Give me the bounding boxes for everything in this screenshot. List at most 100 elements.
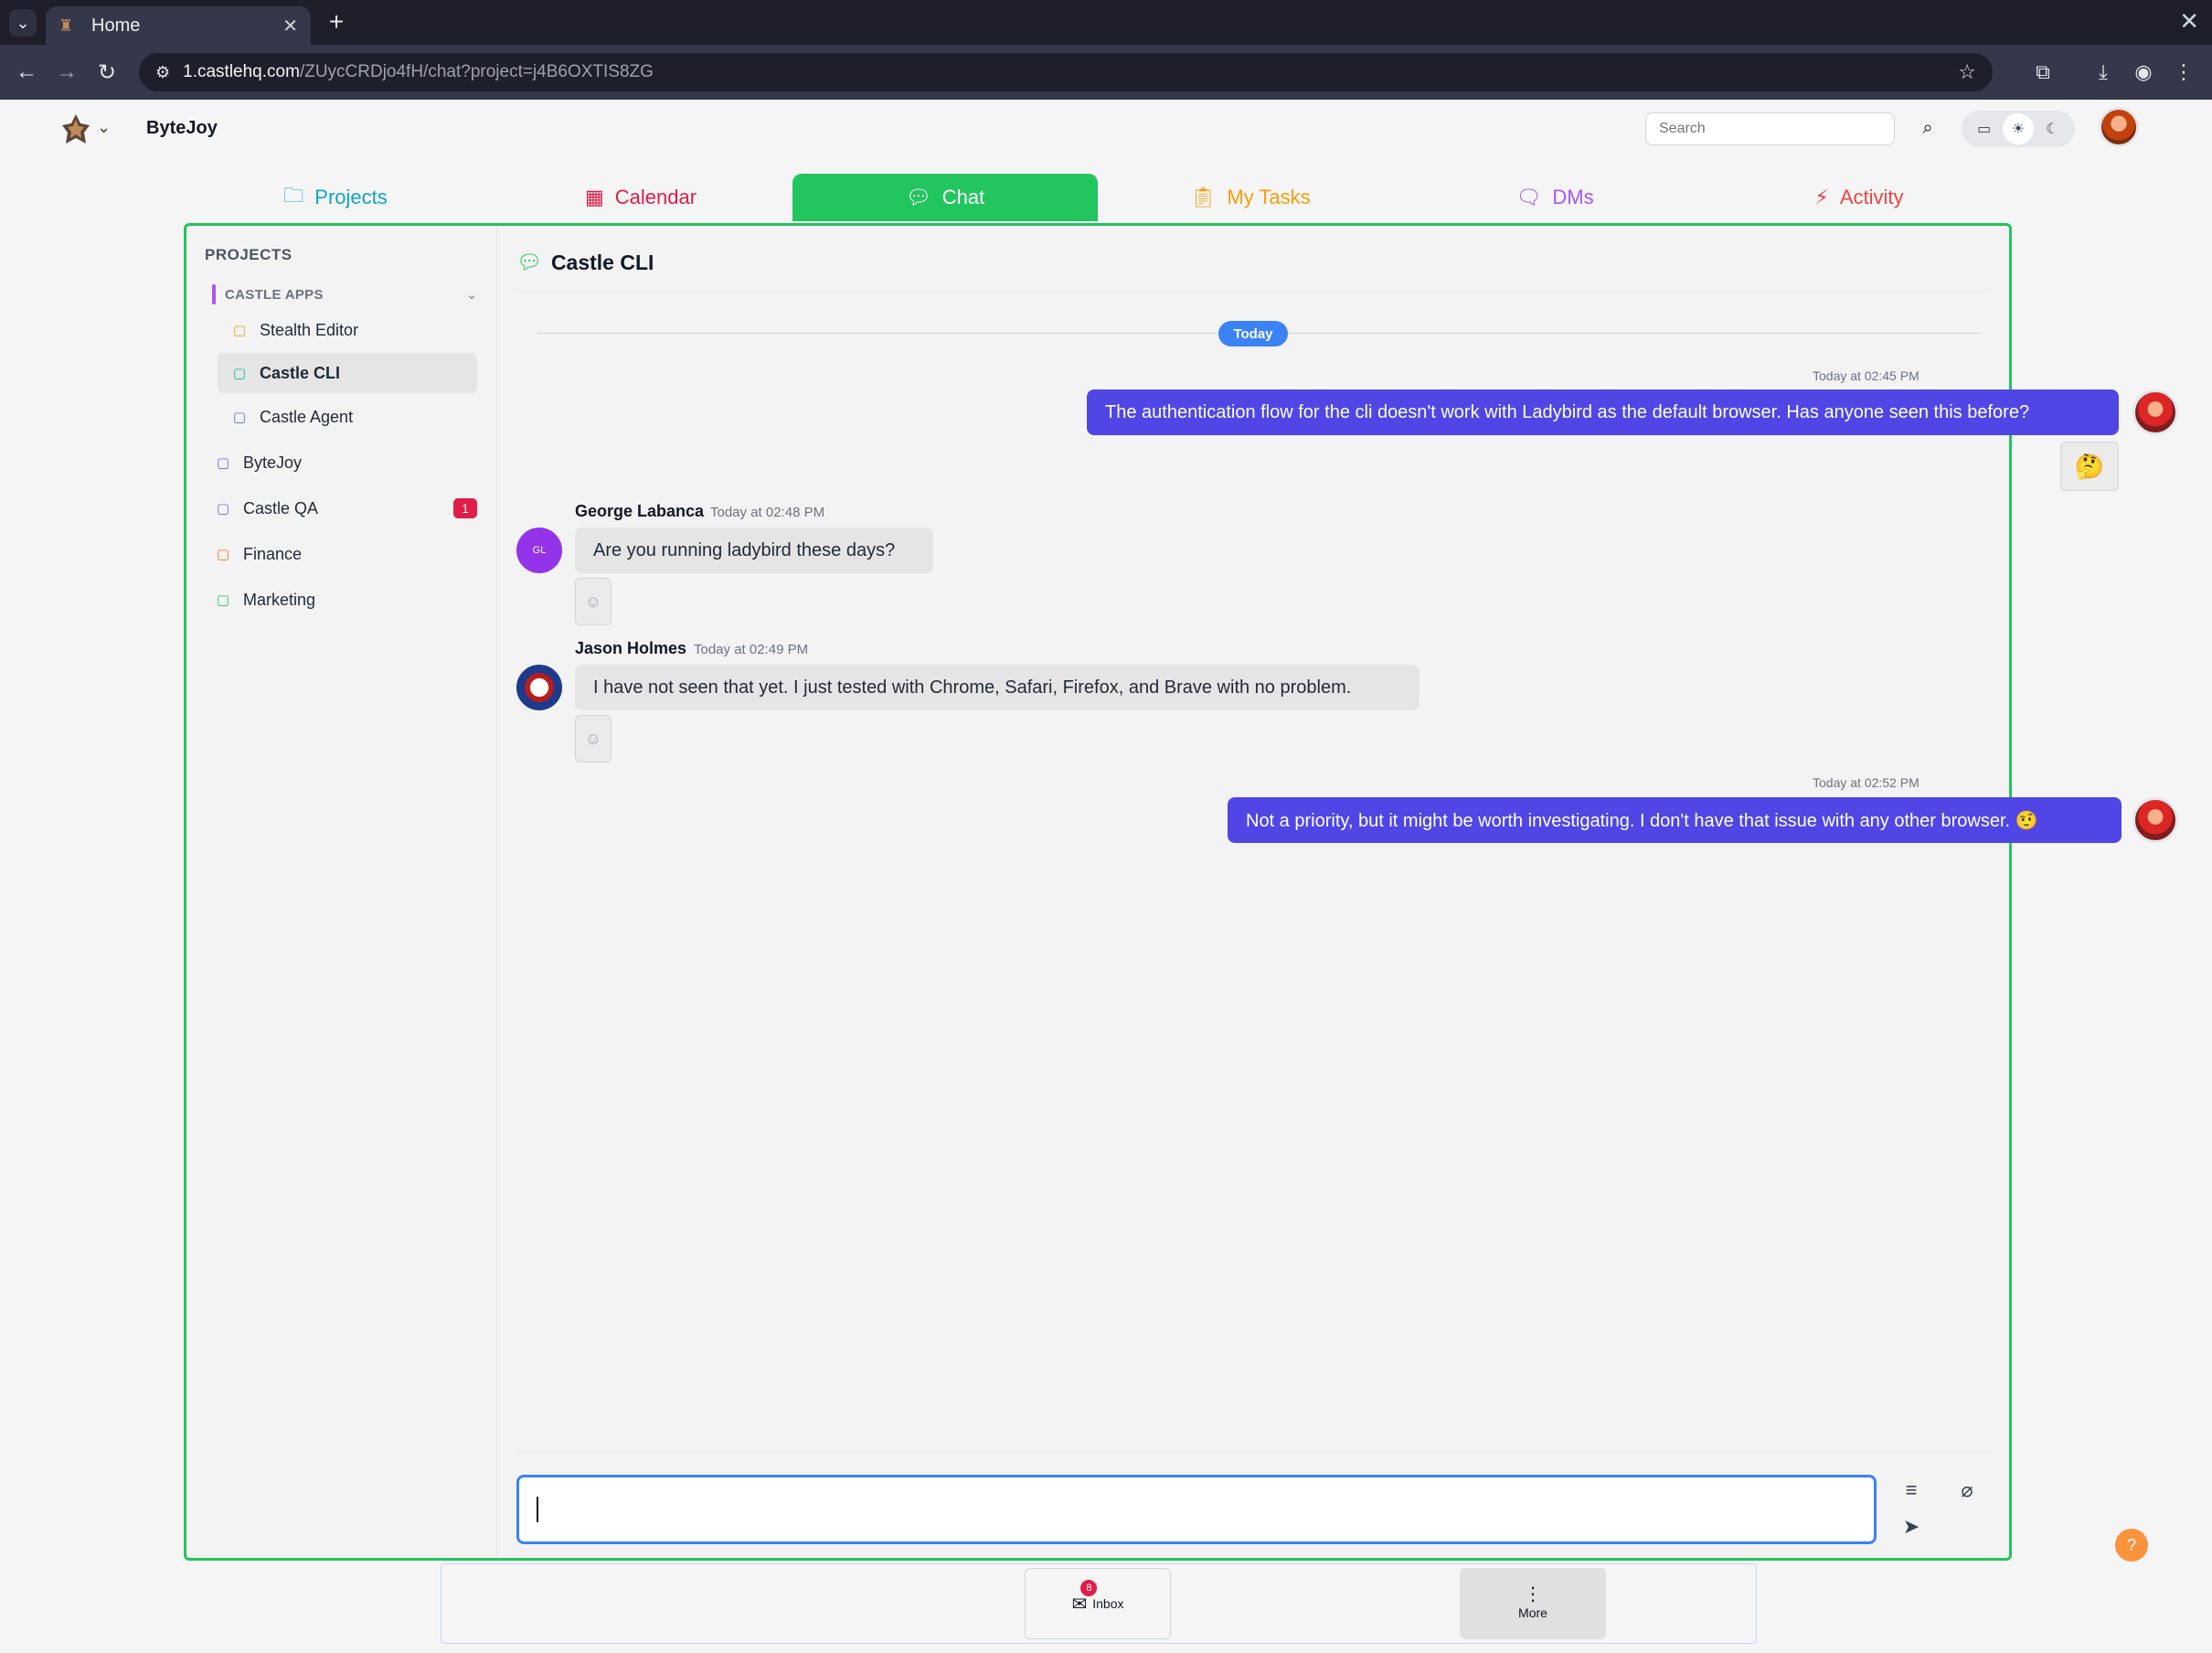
user-avatar[interactable] bbox=[2099, 107, 2139, 147]
workspace-switcher-chevron-icon[interactable]: ⌄ bbox=[97, 118, 111, 137]
sidebar-item-castle-qa[interactable]: ▢ Castle QA 1 bbox=[205, 488, 484, 528]
chat-icon: ▢ bbox=[232, 366, 247, 381]
sidebar-heading: PROJECTS bbox=[205, 246, 292, 263]
sun-icon[interactable]: ☀ bbox=[2002, 113, 2034, 144]
add-reaction-smiley-icon[interactable]: ☺ bbox=[575, 578, 611, 625]
chat-header: 💬︎ Castle CLI bbox=[516, 244, 654, 281]
tab-search-chevron-icon[interactable]: ⌄ bbox=[9, 9, 37, 37]
bookmark-star-icon[interactable]: ☆ bbox=[1958, 60, 1976, 84]
sender-name[interactable]: Jason Holmes bbox=[575, 639, 686, 658]
add-reaction-smiley-icon[interactable]: ☺ bbox=[575, 715, 611, 763]
chevron-down-icon[interactable]: ⌄ bbox=[466, 287, 477, 303]
composer-divider bbox=[516, 1452, 1991, 1453]
tab-title: Home bbox=[91, 15, 141, 36]
tab-calendar-label: Calendar bbox=[614, 186, 697, 208]
inbox-button[interactable]: ✉ 8 Inbox bbox=[1025, 1568, 1171, 1639]
tab-my-tasks-label: My Tasks bbox=[1227, 186, 1311, 208]
download-icon[interactable]: ⤓ bbox=[2088, 57, 2119, 88]
projects-sidebar: PROJECTS CASTLE APPS ⌄ ▢ Stealth Editor … bbox=[186, 226, 497, 1558]
sidebar-item-label: ByteJoy bbox=[243, 453, 303, 472]
reaction-thinking-face[interactable]: 🤔 bbox=[2060, 442, 2119, 491]
castle-favicon-icon: ♜ bbox=[58, 16, 74, 35]
tab-calendar[interactable]: ▦ Calendar bbox=[488, 174, 793, 221]
my-message-bubble[interactable]: Not a priority, but it might be worth in… bbox=[1228, 797, 2122, 843]
tab-close-icon[interactable]: ✕ bbox=[282, 15, 298, 37]
tab-projects-label: Projects bbox=[314, 186, 388, 208]
profile-icon[interactable]: ◉ bbox=[2128, 57, 2159, 88]
message-bubble[interactable]: Are you running ladybird these days? bbox=[575, 528, 933, 573]
tab-activity[interactable]: ⚡︎ Activity bbox=[1707, 174, 2012, 221]
tab-activity-label: Activity bbox=[1839, 186, 1904, 208]
chat-workspace: PROJECTS CASTLE APPS ⌄ ▢ Stealth Editor … bbox=[184, 223, 2178, 1561]
search-icon[interactable]: ⌕ bbox=[1914, 114, 1941, 142]
sidebar-item-castle-cli[interactable]: ▢ Castle CLI bbox=[218, 353, 477, 393]
help-question-icon[interactable]: ? bbox=[2115, 1529, 2148, 1562]
project-group-castle-apps[interactable]: CASTLE APPS ⌄ bbox=[212, 284, 477, 304]
sidebar-item-label: Finance bbox=[243, 544, 303, 563]
sidebar-item-stealth-editor[interactable]: ▢ Stealth Editor bbox=[218, 310, 477, 350]
site-settings-icon[interactable]: ⚙ bbox=[155, 63, 170, 82]
send-icon[interactable]: ➤ bbox=[1896, 1511, 1927, 1542]
chat-icon: ▢ bbox=[216, 501, 230, 517]
tab-my-tasks[interactable]: 📋︎ My Tasks bbox=[1098, 174, 1403, 221]
workspace-name: ByteJoy bbox=[146, 118, 218, 138]
sidebar-item-label: Castle CLI bbox=[260, 363, 341, 382]
avatar[interactable] bbox=[2132, 389, 2178, 435]
group-color-bar bbox=[212, 284, 216, 304]
forward-icon[interactable]: → bbox=[51, 57, 82, 88]
search-input[interactable] bbox=[1645, 112, 1895, 145]
my-message-bubble[interactable]: The authentication flow for the cli does… bbox=[1087, 389, 2119, 435]
sidebar-item-label: Marketing bbox=[243, 590, 316, 609]
bottom-dock: ✉ 8 Inbox ⋮ More bbox=[441, 1563, 1757, 1644]
reload-icon[interactable]: ↻ bbox=[91, 57, 122, 88]
folder-icon: 🗀 bbox=[283, 184, 304, 207]
message-input[interactable] bbox=[516, 1475, 1877, 1544]
sidebar-item-bytejoy[interactable]: ▢ ByteJoy bbox=[205, 443, 484, 483]
back-icon[interactable]: ← bbox=[11, 57, 42, 88]
avatar[interactable]: GL bbox=[516, 528, 562, 573]
monitor-icon[interactable]: ▭ bbox=[1969, 113, 2000, 144]
paperclip-icon[interactable]: ⌀ bbox=[1951, 1475, 1983, 1506]
message-bubble[interactable]: I have not seen that yet. I just tested … bbox=[575, 665, 1420, 710]
calendar-icon: ▦ bbox=[584, 186, 604, 208]
sender-name[interactable]: George Labanca bbox=[575, 502, 704, 521]
window-close-icon[interactable]: ✕ bbox=[2179, 7, 2199, 36]
sidebar-item-label: Stealth Editor bbox=[260, 320, 359, 339]
sidebar-item-label: Castle Agent bbox=[260, 407, 354, 426]
header-divider bbox=[516, 291, 1991, 292]
format-lines-icon[interactable]: ≡ bbox=[1896, 1475, 1927, 1506]
chat-bubbles-icon: 💬︎ bbox=[905, 186, 931, 208]
more-label: More bbox=[1518, 1605, 1547, 1620]
more-button[interactable]: ⋮ More bbox=[1460, 1568, 1606, 1639]
tab-projects[interactable]: 🗀 Projects bbox=[183, 174, 488, 221]
clipboard-icon: 📋︎ bbox=[1190, 186, 1217, 208]
group-label: CASTLE APPS bbox=[225, 286, 324, 303]
chat-title: Castle CLI bbox=[550, 250, 654, 274]
app-header: ⌄ ByteJoy ⌕ ▭ ☀ ☾ bbox=[0, 100, 2212, 164]
browser-tab[interactable]: ♜ Home ✕ bbox=[46, 6, 311, 45]
sidebar-item-finance[interactable]: ▢ Finance bbox=[205, 534, 484, 574]
chat-icon: ▢ bbox=[216, 455, 230, 471]
castle-logo-icon[interactable] bbox=[60, 112, 91, 147]
avatar[interactable] bbox=[516, 665, 562, 710]
moon-icon[interactable]: ☾ bbox=[2037, 113, 2068, 144]
sidebar-item-marketing[interactable]: ▢ Marketing bbox=[205, 580, 484, 620]
unread-badge: 1 bbox=[453, 498, 477, 518]
url-path: /ZUycCRDjo4fH/chat?project=j4B6OXTIS8ZG bbox=[299, 62, 654, 81]
chat-icon: ▢ bbox=[216, 547, 230, 562]
tab-chat[interactable]: 💬︎ Chat bbox=[792, 174, 1098, 221]
url-host: 1.castlehq.com bbox=[183, 62, 300, 81]
browser-menu-icon[interactable]: ⋮ bbox=[2168, 57, 2199, 88]
extensions-icon[interactable]: ⧉ bbox=[2027, 57, 2058, 88]
main-nav: 🗀 Projects ▦ Calendar 💬︎ Chat 📋︎ My Task… bbox=[183, 174, 2011, 221]
chat-icon: ▢ bbox=[232, 410, 247, 425]
browser-toolbar: ← → ↻ ⚙ 1.castlehq.com/ZUycCRDjo4fH/chat… bbox=[0, 45, 2212, 100]
tab-dms[interactable]: 🗨︎ DMs bbox=[1402, 174, 1707, 221]
theme-toggle[interactable]: ▭ ☀ ☾ bbox=[1962, 111, 2075, 147]
avatar[interactable] bbox=[2132, 797, 2178, 843]
new-tab-icon[interactable]: + bbox=[322, 7, 351, 37]
message-icon: 🗨︎ bbox=[1515, 186, 1542, 208]
address-bar[interactable]: ⚙ 1.castlehq.com/ZUycCRDjo4fH/chat?proje… bbox=[139, 53, 1993, 91]
tab-dms-label: DMs bbox=[1552, 186, 1594, 208]
sidebar-item-castle-agent[interactable]: ▢ Castle Agent bbox=[218, 397, 477, 437]
